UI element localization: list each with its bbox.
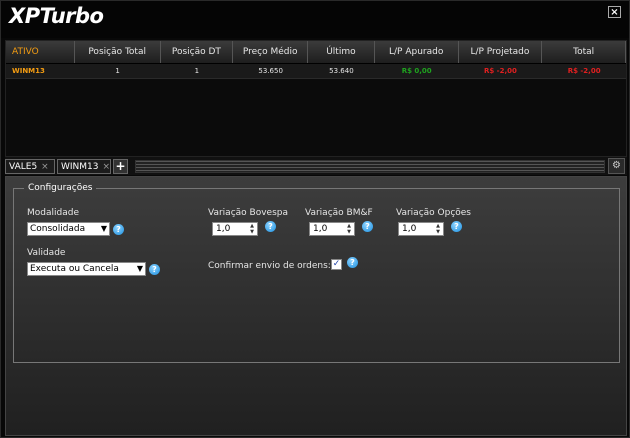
help-icon[interactable]: ? — [451, 221, 462, 232]
cell-total: R$ -2,00 — [567, 67, 601, 75]
column-header-preco-medio[interactable]: Preço Médio — [233, 41, 309, 63]
variacao-opcoes-label: Variação Opções — [396, 208, 471, 218]
modalidade-label: Modalidade — [27, 208, 79, 218]
column-header-ultimo[interactable]: Último — [308, 41, 375, 63]
validade-value: Executa ou Cancela — [30, 264, 119, 274]
help-icon[interactable]: ? — [347, 257, 358, 268]
spin-arrows-icon[interactable]: ▲ ▼ — [345, 223, 353, 235]
spin-arrows-icon[interactable]: ▲ ▼ — [248, 223, 256, 235]
close-icon[interactable]: × — [103, 162, 111, 172]
positions-grid: ATIVO Posição Total Posição DT Preço Méd… — [5, 40, 627, 157]
grid-header: ATIVO Posição Total Posição DT Preço Méd… — [6, 41, 627, 64]
cell-ativo: WINM13 — [12, 67, 45, 75]
confirmar-envio-label: Confirmar envio de ordens: — [208, 261, 331, 271]
variacao-bovespa-label: Variação Bovespa — [208, 208, 288, 218]
spin-arrows-icon[interactable]: ▲ ▼ — [434, 223, 442, 235]
help-icon[interactable]: ? — [149, 264, 160, 275]
app-window: XPTurbo × ATIVO Posição Total Posição DT… — [0, 0, 630, 438]
cell-lp-projetado: R$ -2,00 — [483, 67, 517, 75]
variacao-bovespa-value: 1,0 — [216, 224, 231, 234]
tab-vale5[interactable]: VALE5 × — [5, 159, 55, 174]
variacao-bovespa-spinner[interactable]: 1,0 ▲ ▼ — [212, 222, 258, 236]
column-header-lp-apurado[interactable]: L/P Apurado — [375, 41, 459, 63]
chevron-down-icon: ▼ — [100, 224, 107, 233]
cell-preco-medio: 53.650 — [258, 67, 283, 75]
column-header-lp-projetado[interactable]: L/P Projetado — [459, 41, 543, 63]
variacao-bmf-spinner[interactable]: 1,0 ▲ ▼ — [309, 222, 355, 236]
column-header-ativo[interactable]: ATIVO — [6, 41, 75, 63]
app-title: XPTurbo — [9, 4, 104, 28]
tab-label: VALE5 — [9, 161, 38, 172]
title-bar[interactable]: XPTurbo × — [1, 1, 629, 38]
column-header-total[interactable]: Total — [542, 41, 627, 63]
settings-panel: Configurações Modalidade Consolidada ▼ ?… — [5, 176, 627, 436]
variacao-opcoes-spinner[interactable]: 1,0 ▲ ▼ — [398, 222, 444, 236]
modalidade-select[interactable]: Consolidada ▼ — [27, 222, 110, 236]
variacao-opcoes-value: 1,0 — [402, 224, 417, 234]
table-row[interactable]: WINM13 1 1 53.650 53.640 R$ 0,00 R$ -2,0… — [6, 64, 626, 79]
cell-posicao-total: 1 — [115, 67, 120, 75]
validade-select[interactable]: Executa ou Cancela ▼ — [27, 262, 146, 276]
close-icon[interactable]: × — [41, 162, 49, 172]
help-icon[interactable]: ? — [265, 221, 276, 232]
column-header-posicao-dt[interactable]: Posição DT — [161, 41, 234, 63]
modalidade-value: Consolidada — [30, 224, 86, 234]
variacao-bmf-label: Variação BM&F — [305, 208, 373, 218]
tab-label: WINM13 — [61, 161, 99, 172]
help-icon[interactable]: ? — [362, 221, 373, 232]
help-icon[interactable]: ? — [113, 224, 124, 235]
chevron-down-icon: ▼ — [136, 264, 143, 273]
cell-lp-apurado: R$ 0,00 — [401, 67, 432, 75]
column-header-posicao-total[interactable]: Posição Total — [75, 41, 161, 63]
cell-ultimo: 53.640 — [329, 67, 354, 75]
confirmar-envio-checkbox[interactable]: ✓ — [331, 259, 342, 270]
close-button[interactable]: × — [608, 6, 621, 18]
config-legend: Configurações — [28, 183, 93, 193]
cell-posicao-dt: 1 — [194, 67, 200, 75]
variacao-bmf-value: 1,0 — [313, 224, 328, 234]
tab-scroll-track[interactable] — [135, 160, 605, 173]
gear-icon[interactable]: ⚙ — [608, 158, 625, 174]
validade-label: Validade — [27, 248, 66, 258]
add-tab-button[interactable]: + — [113, 159, 128, 174]
tab-winm13[interactable]: WINM13 × — [57, 159, 111, 174]
tab-bar: VALE5 × WINM13 × + ⚙ — [5, 157, 627, 175]
